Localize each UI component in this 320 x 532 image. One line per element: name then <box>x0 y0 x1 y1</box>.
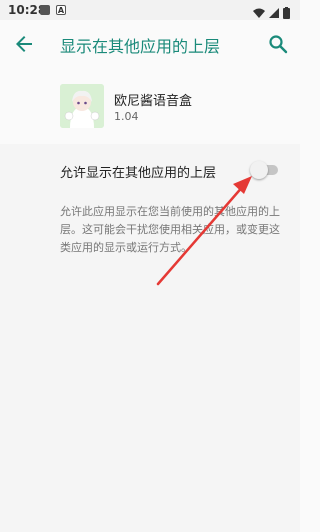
notification-icon <box>40 5 50 15</box>
overlay-permission-summary: 允许此应用显示在您当前使用的其他应用的上层。这可能会干扰您使用相关应用，或变更这… <box>60 205 280 254</box>
battery-icon <box>283 8 290 19</box>
search-icon[interactable] <box>266 32 290 56</box>
arrow-back-icon[interactable] <box>12 32 36 56</box>
app-name: 欧尼酱语音盒 <box>114 94 193 109</box>
page-title: 显示在其他应用的上层 <box>60 37 221 56</box>
toggle-thumb <box>250 161 268 179</box>
app-icon <box>60 84 104 128</box>
notification-app-icon: A <box>56 5 66 15</box>
app-header: 欧尼酱语音盒 1.04 <box>0 68 300 144</box>
overlay-permission-label[interactable]: 允许显示在其他应用的上层 <box>60 162 216 181</box>
signal-icon <box>269 8 279 18</box>
wifi-icon <box>253 7 290 19</box>
toolbar: 显示在其他应用的上层 <box>0 20 300 68</box>
overlay-permission-toggle[interactable] <box>250 161 278 179</box>
app-version: 1.04 <box>114 110 139 123</box>
status-bar: 10:28 A <box>0 0 300 20</box>
